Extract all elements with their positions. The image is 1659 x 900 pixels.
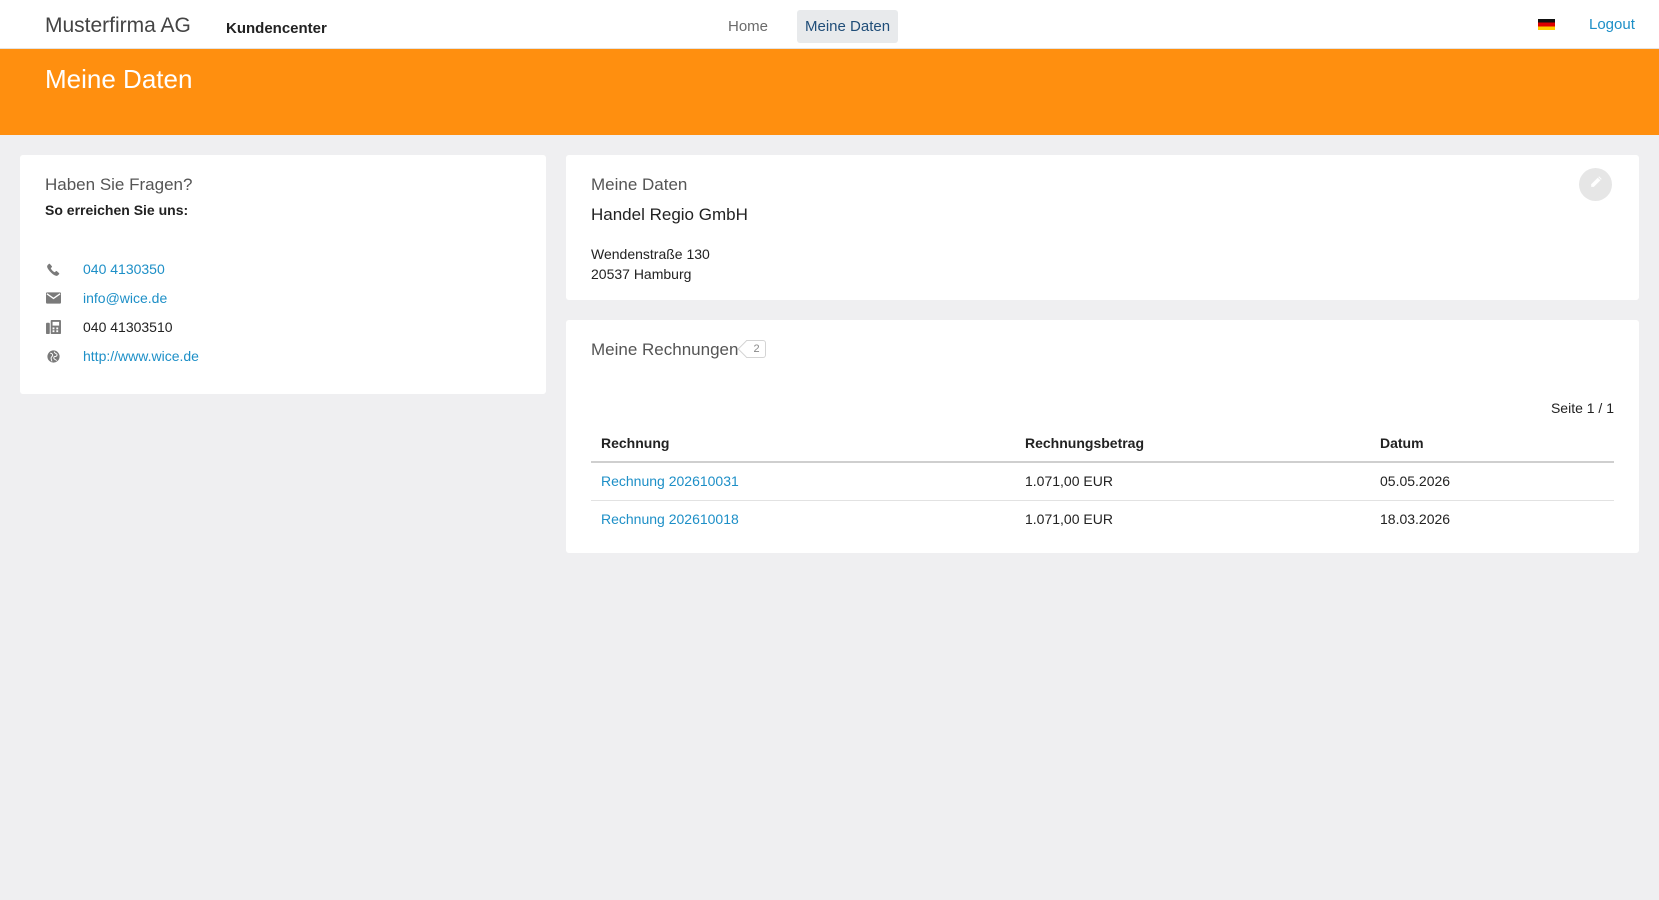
- profile-title: Meine Daten: [591, 175, 688, 194]
- company-name: Handel Regio GmbH: [591, 205, 748, 224]
- page-title: Meine Daten: [45, 64, 193, 94]
- address-city: 20537 Hamburg: [591, 266, 692, 282]
- invoices-table: Rechnung Rechnungsbetrag Datum Rechnung …: [591, 424, 1614, 538]
- invoice-amount: 1.071,00 EUR: [1025, 511, 1113, 528]
- column-header-betrag[interactable]: Rechnungsbetrag: [1015, 424, 1370, 463]
- contact-subtitle: So erreichen Sie uns:: [45, 202, 189, 218]
- phone-icon: [45, 261, 61, 277]
- globe-icon: [45, 348, 61, 364]
- contact-card: Haben Sie Fragen? So erreichen Sie uns: …: [20, 155, 546, 394]
- brand-name[interactable]: Musterfirma AG: [45, 14, 191, 38]
- app-name: Kundencenter: [226, 20, 327, 37]
- table-row: Rechnung 202610018 1.071,00 EUR 18.03.20…: [591, 500, 1614, 538]
- invoices-card: Meine Rechnungen 2 Seite 1 / 1 Rechnung …: [566, 320, 1639, 553]
- de-flag-icon[interactable]: [1538, 19, 1555, 30]
- invoice-link[interactable]: Rechnung 202610018: [591, 500, 1015, 538]
- invoice-count-badge: 2: [746, 340, 766, 358]
- contact-fax-row: 040 41303510: [45, 317, 173, 337]
- invoice-link[interactable]: Rechnung 202610031: [591, 462, 1015, 501]
- website-link[interactable]: http://www.wice.de: [83, 348, 199, 364]
- email-link[interactable]: info@wice.de: [83, 290, 167, 306]
- profile-card: Meine Daten Handel Regio GmbH Wendenstra…: [566, 155, 1639, 300]
- logout-link[interactable]: Logout: [1589, 16, 1635, 33]
- invoice-date: 18.03.2026: [1380, 511, 1451, 528]
- phone-link[interactable]: 040 4130350: [83, 261, 165, 277]
- nav-home[interactable]: Home: [720, 10, 776, 43]
- fax-icon: [45, 319, 61, 335]
- pencil-icon: [1589, 175, 1603, 194]
- page-header: Meine Daten: [0, 49, 1659, 135]
- pagination-info: Seite 1 / 1: [1550, 400, 1614, 416]
- address-street: Wendenstraße 130: [591, 246, 710, 262]
- invoice-date: 05.05.2026: [1370, 462, 1614, 501]
- table-row: Rechnung 202610031 1.071,00 EUR 05.05.20…: [591, 462, 1614, 501]
- contact-web-row: http://www.wice.de: [45, 346, 199, 366]
- contact-phone-row: 040 4130350: [45, 259, 165, 279]
- column-header-rechnung[interactable]: Rechnung: [591, 424, 1015, 463]
- top-navbar: Musterfirma AG Kundencenter Home Meine D…: [0, 0, 1659, 49]
- invoice-amount: 1.071,00 EUR: [1015, 462, 1370, 501]
- fax-number: 040 41303510: [83, 319, 173, 335]
- edit-button[interactable]: [1579, 168, 1612, 201]
- envelope-icon: [45, 290, 61, 306]
- invoices-title: Meine Rechnungen: [591, 340, 739, 359]
- contact-title: Haben Sie Fragen?: [45, 175, 193, 194]
- table-header-row: Rechnung Rechnungsbetrag Datum: [591, 424, 1614, 463]
- column-header-datum[interactable]: Datum: [1370, 424, 1614, 463]
- contact-email-row: info@wice.de: [45, 288, 167, 308]
- nav-meine-daten[interactable]: Meine Daten: [797, 10, 899, 43]
